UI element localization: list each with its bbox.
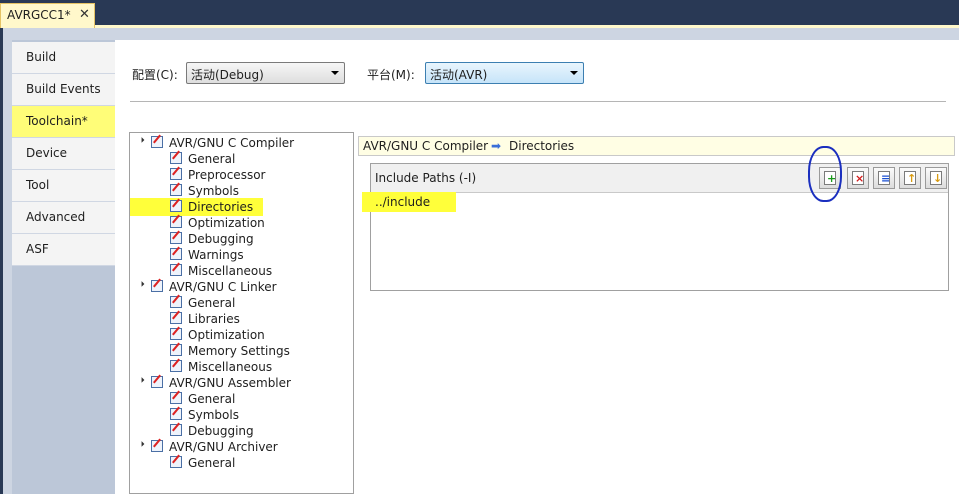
property-page-icon xyxy=(170,312,182,324)
tree-item-label: Miscellaneous xyxy=(188,264,273,278)
property-page-icon xyxy=(170,200,182,212)
property-page-icon xyxy=(151,440,163,452)
tree-item-label: General xyxy=(188,456,236,470)
tree-item-label: Optimization xyxy=(188,328,265,342)
tree-item-label: Symbols xyxy=(188,184,239,198)
sidebar-item-advanced[interactable]: Advanced xyxy=(12,202,115,234)
property-page-icon xyxy=(170,152,182,164)
property-page-icon xyxy=(151,376,163,388)
move-down-icon: ↓ xyxy=(933,172,943,185)
delete-icon: × xyxy=(855,172,865,185)
tree-item-label: General xyxy=(188,152,236,166)
sidebar-item-tool[interactable]: Tool xyxy=(12,170,115,202)
tree-item-label: Preprocessor xyxy=(188,168,266,182)
tree-group-label: AVR/GNU Assembler xyxy=(169,376,291,390)
sidebar-item-label: Device xyxy=(26,146,68,160)
annotation-circle xyxy=(808,146,842,202)
breadcrumb: AVR/GNU C Compiler ➡ Directories xyxy=(358,136,955,156)
sidebar-item-label: Build Events xyxy=(26,82,101,96)
property-page-icon xyxy=(170,424,182,436)
chevron-down-icon xyxy=(570,71,578,75)
sidebar-item-label: Tool xyxy=(26,178,50,192)
tree-item-label: Directories xyxy=(188,200,254,214)
configuration-label: 配置(C): xyxy=(132,68,178,82)
move-up-button[interactable]: ↑ xyxy=(899,167,921,189)
property-page-icon xyxy=(170,360,182,372)
property-page-icon xyxy=(151,136,163,148)
platform-value: 活动(AVR) xyxy=(430,68,488,82)
document-tab[interactable]: AVRGCC1* ✕ xyxy=(0,3,95,28)
tree-item-label: Libraries xyxy=(188,312,240,326)
property-page-icon xyxy=(170,216,182,228)
window-frame: AVRGCC1* ✕ Build Build Events Toolchain*… xyxy=(0,0,959,494)
sidebar-item-label: Build xyxy=(26,50,57,64)
breadcrumb-section: AVR/GNU C Compiler xyxy=(363,139,489,153)
tree-item-label: General xyxy=(188,296,236,310)
sidebar-item-build-events[interactable]: Build Events xyxy=(12,74,115,106)
chevron-down-icon xyxy=(331,71,339,75)
configuration-dropdown[interactable]: 活动(Debug) xyxy=(186,62,345,84)
tree-item-label: Warnings xyxy=(188,248,244,262)
property-page-icon xyxy=(170,184,182,196)
include-paths-title: Include Paths (-I) xyxy=(375,171,477,185)
tree-item-label: Debugging xyxy=(188,232,254,246)
include-paths-header: Include Paths (-I) + × ≡ ↑ ↓ xyxy=(371,164,948,193)
sidebar-item-build[interactable]: Build xyxy=(12,42,115,74)
sidebar-item-device[interactable]: Device xyxy=(12,138,115,170)
sidebar-item-toolchain[interactable]: Toolchain* xyxy=(12,106,115,138)
property-page-icon xyxy=(170,248,182,260)
tree-item-label: Memory Settings xyxy=(188,344,290,358)
close-icon[interactable]: ✕ xyxy=(79,7,90,22)
configuration-value: 活动(Debug) xyxy=(191,68,264,82)
tree-item-label: Miscellaneous xyxy=(188,360,273,374)
sidebar-item-asf[interactable]: ASF xyxy=(12,234,115,266)
property-page-icon xyxy=(170,408,182,420)
tree-group-label: AVR/GNU C Linker xyxy=(169,280,277,294)
property-page-icon xyxy=(170,392,182,404)
tree-group-label: AVR/GNU Archiver xyxy=(169,440,278,454)
move-down-button[interactable]: ↓ xyxy=(925,167,947,189)
divider xyxy=(130,101,946,102)
breadcrumb-page: Directories xyxy=(509,139,575,153)
tree-group-label: AVR/GNU C Compiler xyxy=(169,136,295,150)
property-page-icon xyxy=(170,328,182,340)
document-tab-label: AVRGCC1* xyxy=(7,8,71,22)
platform-dropdown[interactable]: 活动(AVR) xyxy=(425,62,584,84)
tree-item-label: Debugging xyxy=(188,424,254,438)
sidebar-item-label: ASF xyxy=(26,242,49,256)
property-page-icon xyxy=(170,264,182,276)
property-page-icon xyxy=(170,168,182,180)
sidebar-item-label: Toolchain* xyxy=(26,114,88,128)
property-page-icon xyxy=(170,232,182,244)
include-path-item[interactable]: ../include xyxy=(375,195,430,209)
property-page-icon xyxy=(170,296,182,308)
move-up-icon: ↑ xyxy=(907,172,917,185)
tree-item-label: Optimization xyxy=(188,216,265,230)
tree-item-label: Symbols xyxy=(188,408,239,422)
property-page-icon xyxy=(151,280,163,292)
delete-item-button[interactable]: × xyxy=(847,167,869,189)
include-paths-list[interactable]: Include Paths (-I) + × ≡ ↑ ↓ ../include xyxy=(362,163,949,291)
property-page-icon xyxy=(170,344,182,356)
tree-item-label: General xyxy=(188,392,236,406)
sidebar-item-label: Advanced xyxy=(26,210,86,224)
property-page-icon xyxy=(170,456,182,468)
edit-icon: ≡ xyxy=(881,172,891,185)
platform-label: 平台(M): xyxy=(367,68,415,82)
arrow-right-icon: ➡ xyxy=(491,139,502,153)
edit-item-button[interactable]: ≡ xyxy=(873,167,895,189)
